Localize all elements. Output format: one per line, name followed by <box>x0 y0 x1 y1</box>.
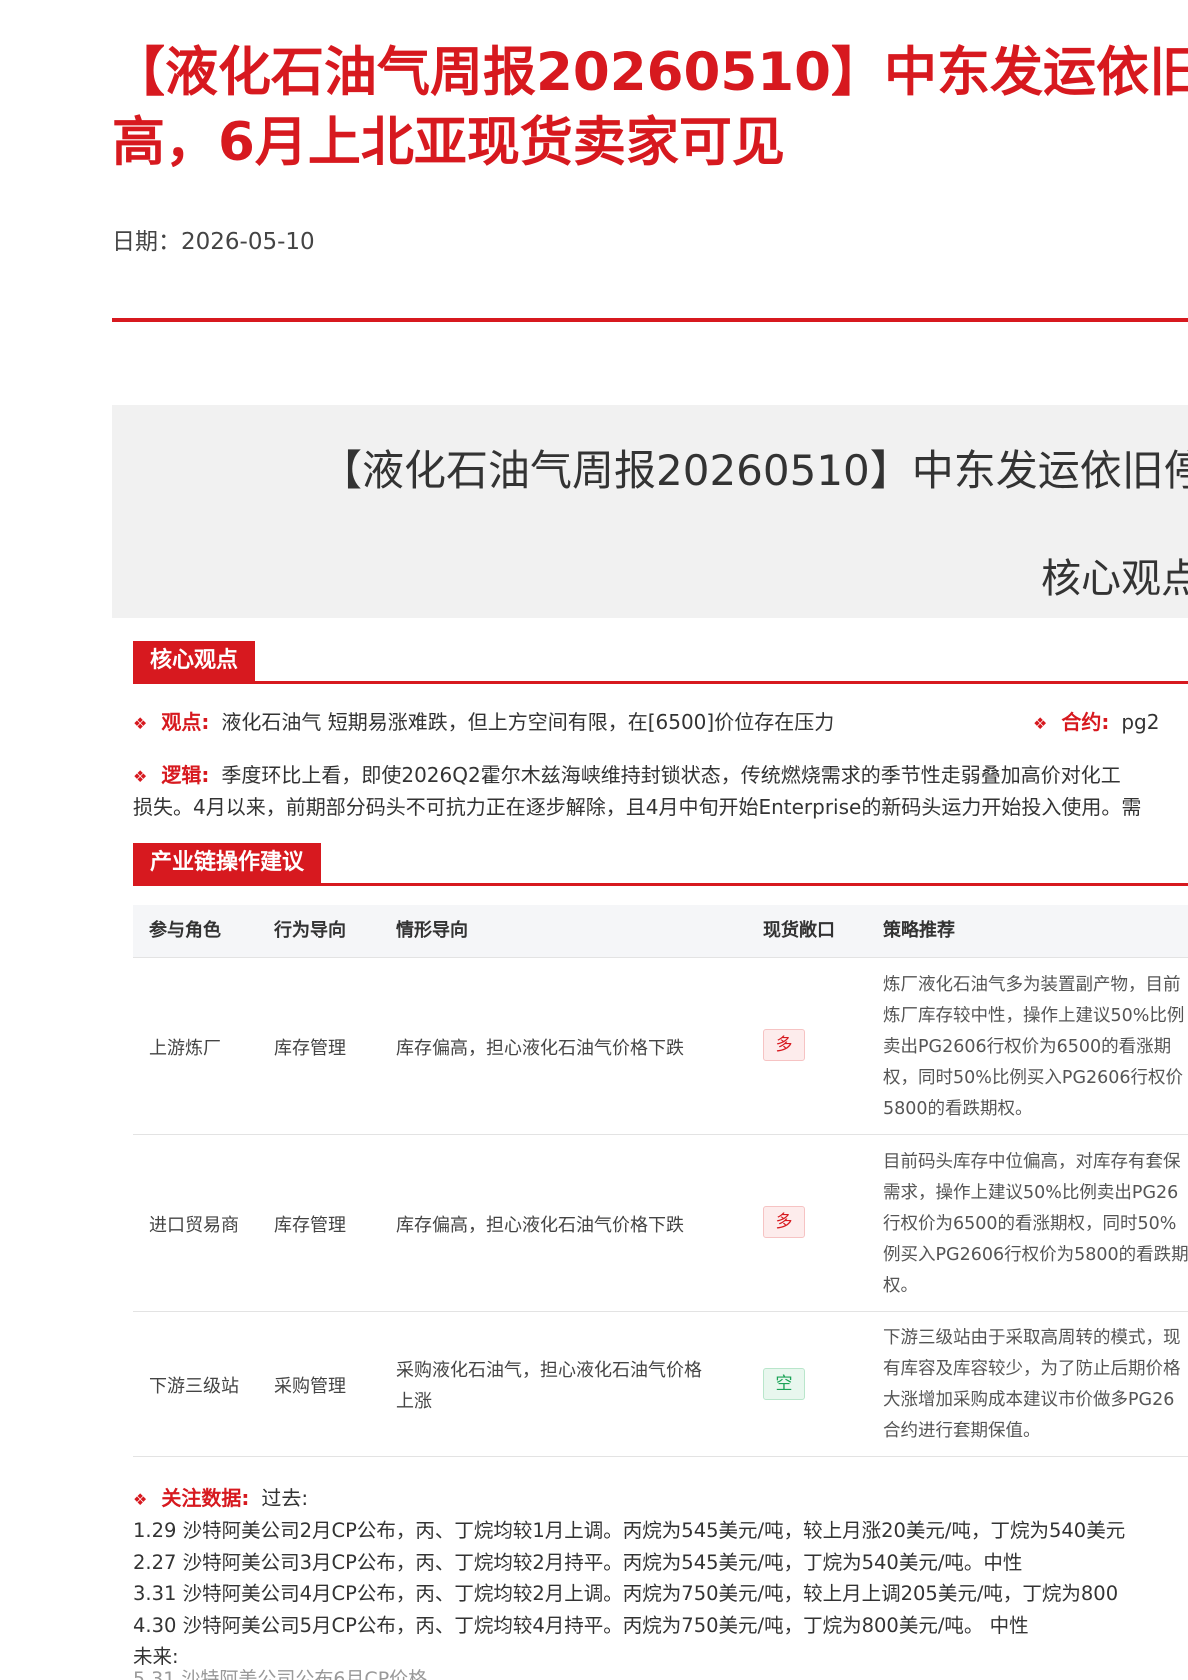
table-row: 下游三级站 采购管理 采购液化石油气，担心液化石油气价格上涨 空 下游三级站由于… <box>133 1312 1188 1457</box>
header-strategy: 策略推荐 <box>883 920 955 941</box>
title-divider <box>112 318 1188 322</box>
strategy-line: 例买入PG2606行权价为5800的看跌期 <box>883 1245 1188 1265</box>
cell-situation: 库存偏高，担心液化石油气价格下跌 <box>396 1038 684 1059</box>
cell-strategy: 下游三级站由于采取高周转的模式，现 有库容及库容较少，为了防止后期价格 大涨增加… <box>883 1323 1188 1447</box>
section-core-view: 核心观点 <box>133 641 1188 684</box>
table-row: 进口贸易商 库存管理 库存偏高，担心液化石油气价格下跌 多 目前码头库存中位偏高… <box>133 1135 1188 1312</box>
logic-label: 逻辑: <box>161 763 210 787</box>
contract-label: 合约: <box>1061 710 1110 734</box>
contract-line: ❖ 合约: pg2 <box>1033 708 1159 738</box>
view-label: 观点: <box>161 710 210 734</box>
cell-situation: 库存偏高，担心液化石油气价格下跌 <box>396 1215 684 1236</box>
cell-role: 上游炼厂 <box>149 1038 221 1059</box>
strategy-line: 炼厂液化石油气多为装置副产物，目前 <box>883 975 1181 995</box>
section-core-view-title: 核心观点 <box>133 641 256 681</box>
section-chain-advice-title: 产业链操作建议 <box>133 843 322 883</box>
date-label: 日期： <box>112 229 181 255</box>
data-line: 3.31 沙特阿美公司4月CP公布，丙、丁烷均较2月上调。丙烷为750美元/吨，… <box>133 1582 1119 1605</box>
strategy-line: 炼厂库存较中性，操作上建议50%比例 <box>883 1006 1185 1026</box>
strategy-line: 卖出PG2606行权价为6500的看涨期 <box>883 1037 1172 1057</box>
report-banner: 【液化石油气周报20260510】中东发运依旧停 核心观点 <box>112 405 1188 618</box>
focus-data-line: ❖ 关注数据: 过去: <box>133 1484 308 1514</box>
focus-data-list: 1.29 沙特阿美公司2月CP公布，丙、丁烷均较1月上调。丙烷为545美元/吨，… <box>133 1515 1125 1673</box>
future-data-line: 5.31 沙特阿美公司公布6月CP价格 <box>133 1668 428 1680</box>
cell-behavior: 采购管理 <box>274 1376 346 1397</box>
cell-strategy: 目前码头库存中位偏高，对库存有套保 需求，操作上建议50%比例卖出PG26 行权… <box>883 1147 1188 1302</box>
exposure-badge-long: 多 <box>763 1206 805 1238</box>
strategy-line: 有库容及库容较少，为了防止后期价格 <box>883 1359 1181 1379</box>
article-title-line-2: 高，6月上北亚现货卖家可见 <box>112 112 785 173</box>
table-row: 上游炼厂 库存管理 库存偏高，担心液化石油气价格下跌 多 炼厂液化石油气多为装置… <box>133 958 1188 1135</box>
past-label: 过去: <box>261 1486 309 1510</box>
strategy-line: 权。 <box>883 1276 918 1296</box>
contract-text: pg2 <box>1121 710 1160 734</box>
strategy-line: 下游三级站由于采取高周转的模式，现 <box>883 1328 1181 1348</box>
focus-label: 关注数据: <box>161 1486 250 1510</box>
banner-subtitle: 核心观点 <box>1041 556 1188 602</box>
strategy-line: 大涨增加采购成本建议市价做多PG26 <box>883 1390 1175 1410</box>
view-line: ❖ 观点: 液化石油气 短期易涨难跌，但上方空间有限，在[6500]价位存在压力 <box>133 708 834 738</box>
diamond-bullet-icon: ❖ <box>133 714 148 733</box>
logic-text-2: 损失。4月以来，前期部分码头不可抗力正在逐步解除，且4月中旬开始Enterpri… <box>133 795 1142 819</box>
logic-line-2: 损失。4月以来，前期部分码头不可抗力正在逐步解除，且4月中旬开始Enterpri… <box>133 793 1141 821</box>
exposure-badge-long: 多 <box>763 1029 805 1061</box>
cell-behavior: 库存管理 <box>274 1038 346 1059</box>
cell-role: 进口贸易商 <box>149 1215 239 1236</box>
header-exposure: 现货敞口 <box>763 920 835 941</box>
article-title-line-1: 【液化石油气周报20260510】中东发运依旧 <box>112 42 1188 103</box>
exposure-badge-short: 空 <box>763 1368 805 1400</box>
data-line: 2.27 沙特阿美公司3月CP公布，丙、丁烷均较2月持平。丙烷为545美元/吨，… <box>133 1550 1023 1574</box>
cell-behavior: 库存管理 <box>274 1215 346 1236</box>
banner-title: 【液化石油气周报20260510】中东发运依旧停 <box>320 446 1188 495</box>
strategy-line: 合约进行套期保值。 <box>883 1421 1041 1441</box>
diamond-bullet-icon: ❖ <box>133 1490 148 1509</box>
strategy-line: 权，同时50%比例买入PG2606行权价 <box>883 1068 1184 1088</box>
cell-role: 下游三级站 <box>149 1376 239 1397</box>
data-line: 4.30 沙特阿美公司5月CP公布，丙、丁烷均较4月持平。丙烷为750美元/吨，… <box>133 1613 1029 1637</box>
report-page: 【液化石油气周报20260510】中东发运依旧 高，6月上北亚现货卖家可见 日期… <box>0 0 1188 1680</box>
logic-line-1: ❖ 逻辑: 季度环比上看，即使2026Q2霍尔木兹海峡维持封锁状态，传统燃烧需求的季… <box>133 761 1121 791</box>
cell-situation: 采购液化石油气，担心液化石油气价格上涨 <box>396 1360 702 1412</box>
cell-strategy: 炼厂液化石油气多为装置副产物，目前 炼厂库存较中性，操作上建议50%比例 卖出P… <box>883 970 1188 1125</box>
section-chain-advice: 产业链操作建议 <box>133 843 1188 886</box>
table-header: 参与角色 行为导向 情形导向 现货敞口 策略推荐 <box>133 905 1188 958</box>
header-role: 参与角色 <box>149 920 221 941</box>
logic-text-1: 季度环比上看，即使2026Q2霍尔木兹海峡维持封锁状态，传统燃烧需求的季节性走弱… <box>221 763 1121 787</box>
strategy-line: 5800的看跌期权。 <box>883 1099 1033 1119</box>
diamond-bullet-icon: ❖ <box>133 767 148 786</box>
date-value: 2026-05-10 <box>181 229 315 255</box>
strategy-line: 需求，操作上建议50%比例卖出PG26 <box>883 1183 1179 1203</box>
publish-date: 日期：2026-05-10 <box>112 222 315 256</box>
article-title: 【液化石油气周报20260510】中东发运依旧 高，6月上北亚现货卖家可见 <box>112 38 1188 178</box>
diamond-bullet-icon: ❖ <box>1033 714 1048 733</box>
header-situation: 情形导向 <box>396 920 468 941</box>
view-text: 液化石油气 短期易涨难跌，但上方空间有限，在[6500]价位存在压力 <box>221 710 835 734</box>
strategy-line: 目前码头库存中位偏高，对库存有套保 <box>883 1152 1181 1172</box>
strategy-line: 行权价为6500的看涨期权，同时50% <box>883 1214 1177 1234</box>
data-line: 1.29 沙特阿美公司2月CP公布，丙、丁烷均较1月上调。丙烷为545美元/吨，… <box>133 1519 1126 1542</box>
header-behavior: 行为导向 <box>274 920 346 941</box>
